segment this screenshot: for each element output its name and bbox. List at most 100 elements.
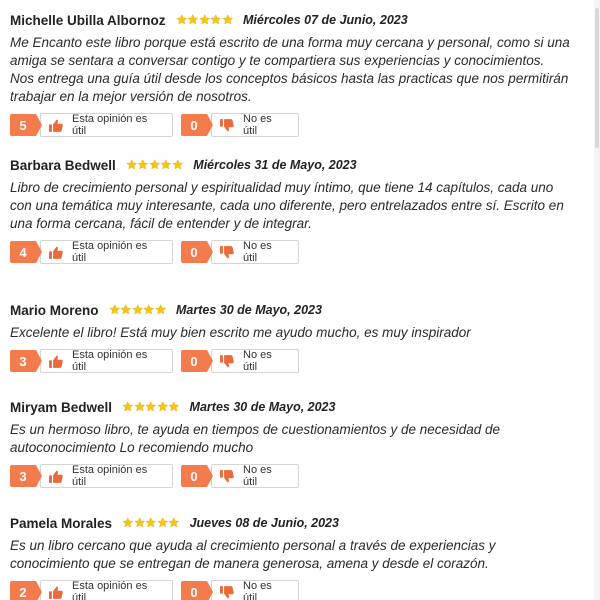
star-icon [210, 14, 222, 25]
thumbs-up-icon [49, 246, 63, 259]
useful-count-badge: 3 [10, 465, 42, 487]
star-rating [122, 517, 180, 529]
star-icon [172, 159, 183, 170]
not-useful-label: No es útil [243, 464, 272, 488]
review-header: Barbara Bedwell Miércoles 31 de Mayo, 20… [10, 153, 585, 177]
star-icon [198, 14, 210, 25]
useful-label: Esta opinión es útil [72, 349, 148, 373]
not-useful-label: No es útil [243, 580, 272, 600]
star-icon [149, 159, 160, 170]
star-rating [175, 14, 234, 26]
star-rating [126, 159, 184, 171]
star-icon [145, 517, 157, 528]
review-date: Miércoles 31 de Mayo, 2023 [193, 158, 357, 172]
reviewer-name: Pamela Morales [10, 515, 113, 531]
not-useful-count-badge: 0 [181, 114, 213, 136]
useful-button[interactable]: Esta opinión es útil [40, 464, 173, 488]
not-useful-label: No es útil [243, 113, 272, 137]
review-item: Pamela Morales Jueves 08 de Junio, 2023 … [10, 511, 585, 600]
thumbs-down-icon [220, 469, 234, 483]
review-header: Michelle Ubilla Albornoz Miércoles 07 de… [10, 8, 585, 32]
useful-count-badge: 5 [10, 114, 42, 136]
review-header: Pamela Morales Jueves 08 de Junio, 2023 [10, 511, 585, 535]
thumbs-down-icon [220, 354, 234, 368]
vote-bar: 5 Esta opinión es útil 0 No es útil [10, 112, 585, 138]
vote-bar: 3 Esta opinión es útil 0 No es útil [10, 463, 585, 489]
reviewer-name: Michelle Ubilla Albornoz [10, 12, 166, 28]
thumbs-up-icon [49, 470, 63, 483]
useful-label: Esta opinión es útil [72, 464, 148, 488]
useful-button[interactable]: Esta opinión es útil [40, 349, 173, 373]
star-icon [168, 517, 180, 528]
useful-label: Esta opinión es útil [72, 240, 148, 264]
review-header: Mario Moreno Martes 30 de Mayo, 2023 [10, 298, 585, 322]
review-item: Mario Moreno Martes 30 de Mayo, 2023 Exc… [10, 298, 585, 395]
star-icon [156, 401, 168, 412]
review-text: Me Encanto este libro porque está escrit… [10, 35, 570, 104]
star-icon [133, 517, 145, 528]
review-item: Barbara Bedwell Miércoles 31 de Mayo, 20… [10, 153, 585, 298]
star-icon [122, 517, 134, 528]
star-icon [145, 401, 157, 412]
not-useful-count-badge: 0 [181, 350, 213, 372]
not-useful-button[interactable]: No es útil [211, 240, 299, 264]
useful-label: Esta opinión es útil [72, 580, 148, 600]
review-header: Miryam Bedwell Martes 30 de Mayo, 2023 [10, 395, 585, 419]
thumbs-up-icon [49, 355, 63, 368]
scrollbar-thumb[interactable] [595, 8, 599, 148]
star-icon [156, 517, 168, 528]
star-rating [122, 401, 180, 413]
star-icon [137, 159, 149, 170]
star-icon [143, 304, 155, 315]
star-icon [131, 304, 143, 315]
vote-bar: 4 Esta opinión es útil 0 No es útil [10, 239, 585, 265]
not-useful-button[interactable]: No es útil [211, 113, 299, 137]
star-icon [122, 401, 134, 412]
useful-label: Esta opinión es útil [72, 113, 148, 137]
not-useful-label: No es útil [243, 240, 272, 264]
reviewer-name: Miryam Bedwell [10, 399, 113, 415]
not-useful-button[interactable]: No es útil [211, 349, 299, 373]
star-icon [187, 14, 199, 25]
vote-bar: 3 Esta opinión es útil 0 No es útil [10, 348, 585, 374]
review-text: Es un hermoso libro, te ayuda en tiempos… [10, 422, 501, 455]
review-item: Michelle Ubilla Albornoz Miércoles 07 de… [10, 8, 585, 153]
useful-button[interactable]: Esta opinión es útil [40, 240, 173, 264]
review-date: Martes 30 de Mayo, 2023 [189, 400, 336, 414]
review-date: Miércoles 07 de Junio, 2023 [243, 13, 408, 27]
review-item: Miryam Bedwell Martes 30 de Mayo, 2023 E… [10, 395, 585, 511]
review-date: Jueves 08 de Junio, 2023 [189, 516, 339, 530]
thumbs-up-icon [49, 119, 63, 132]
useful-button[interactable]: Esta opinión es útil [40, 580, 173, 600]
review-date: Martes 30 de Mayo, 2023 [176, 303, 322, 317]
useful-count-badge: 4 [10, 241, 42, 263]
review-text: Excelente el libro! Está muy bien escrit… [10, 325, 471, 340]
not-useful-count-badge: 0 [181, 465, 213, 487]
review-text: Libro de crecimiento personal y espiritu… [10, 180, 564, 231]
star-icon [108, 304, 120, 315]
star-icon [160, 159, 172, 170]
star-icon [168, 401, 180, 412]
reviewer-name: Mario Moreno [10, 302, 99, 318]
thumbs-down-icon [220, 245, 234, 259]
star-icon [126, 159, 137, 170]
not-useful-button[interactable]: No es útil [211, 580, 299, 600]
useful-count-badge: 2 [10, 581, 42, 600]
thumbs-down-icon [220, 585, 234, 599]
thumbs-down-icon [220, 118, 234, 132]
scrollbar-track[interactable] [594, 0, 600, 600]
reviewer-name: Barbara Bedwell [10, 157, 116, 173]
not-useful-count-badge: 0 [181, 241, 213, 263]
star-icon [120, 304, 132, 315]
vote-bar: 2 Esta opinión es útil 0 No es útil [10, 579, 585, 600]
reviews-list: Michelle Ubilla Albornoz Miércoles 07 de… [10, 8, 585, 600]
not-useful-button[interactable]: No es útil [211, 464, 299, 488]
star-icon [221, 14, 233, 25]
review-text: Es un libro cercano que ayuda al crecimi… [10, 538, 496, 571]
thumbs-up-icon [49, 586, 63, 599]
not-useful-label: No es útil [243, 349, 272, 373]
useful-button[interactable]: Esta opinión es útil [40, 113, 173, 137]
star-icon [154, 304, 166, 315]
useful-count-badge: 3 [10, 350, 42, 372]
not-useful-count-badge: 0 [181, 581, 213, 600]
